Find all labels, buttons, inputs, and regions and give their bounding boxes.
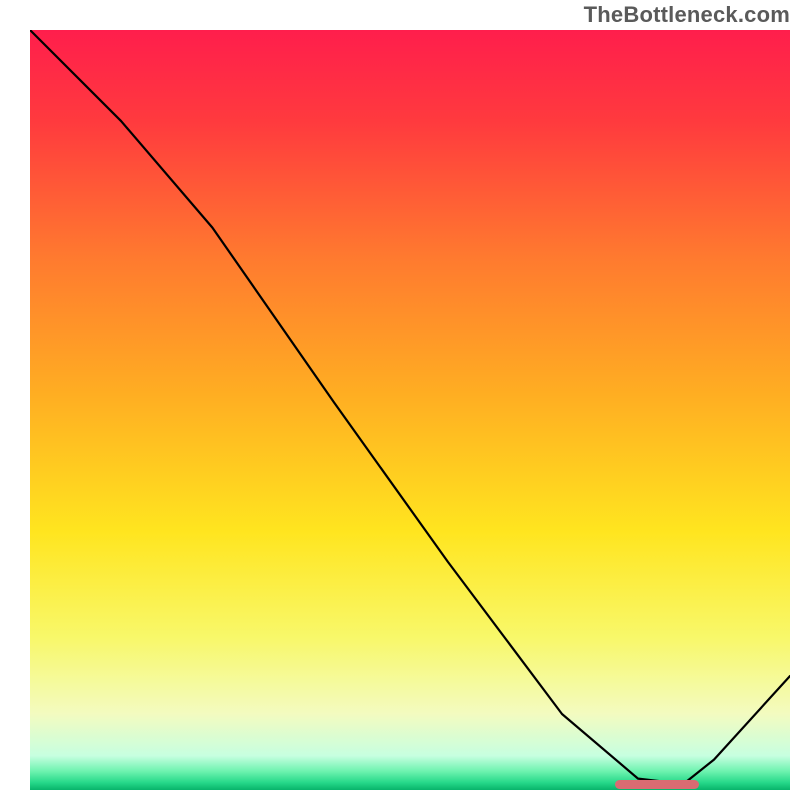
optimum-range-marker xyxy=(615,780,699,789)
data-line xyxy=(30,30,790,784)
plot-area xyxy=(30,30,790,790)
data-line-layer xyxy=(30,30,790,790)
chart-frame: TheBottleneck.com xyxy=(0,0,800,800)
watermark-text: TheBottleneck.com xyxy=(584,2,790,28)
